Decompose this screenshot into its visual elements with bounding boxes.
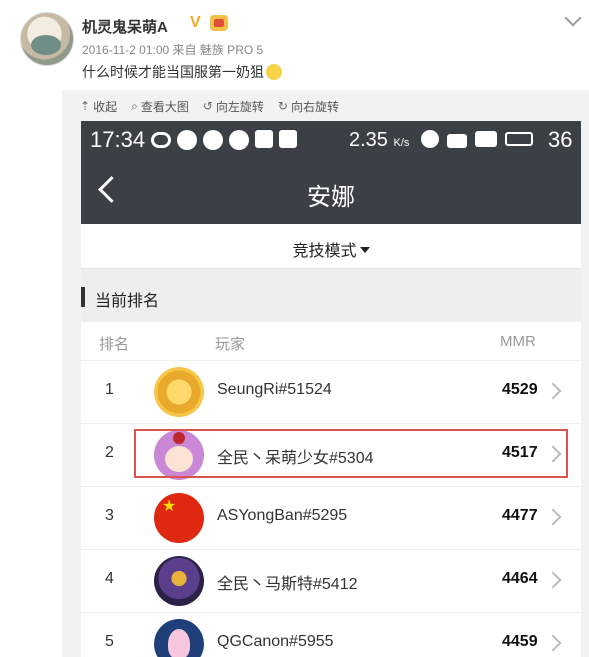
player-avatar xyxy=(154,619,204,657)
verified-badge-icon: V xyxy=(190,14,201,31)
player-avatar: ★ xyxy=(154,493,204,543)
nav-bar: 安娜 xyxy=(81,159,581,224)
player-avatar xyxy=(154,367,204,417)
post-text-body: 什么时候才能当国服第一奶狙 xyxy=(82,64,264,80)
section-marker xyxy=(81,287,85,307)
rotate-right-icon: ↻ xyxy=(277,99,288,113)
zoom-icon: ⌕ xyxy=(131,98,138,113)
rotate-left-icon: ↺ xyxy=(202,99,213,113)
post-menu-chevron-icon[interactable] xyxy=(564,9,582,27)
jd-icon xyxy=(255,130,273,148)
chevron-right-icon xyxy=(544,382,562,400)
hero-title: 安娜 xyxy=(307,184,355,211)
col-player: 玩家 xyxy=(215,336,246,353)
battery-icon xyxy=(505,132,533,146)
post-header: 机灵鬼呆萌A V 2016-11-2 01:00 来自 魅族 PRO 5 什么时… xyxy=(0,0,589,90)
ranking-row[interactable]: 1 SeungRi#51524 4529 xyxy=(81,361,581,424)
smile-emoji-icon xyxy=(266,64,282,80)
highlight-box xyxy=(134,429,568,478)
player-name: 全民丶马斯特#5412 xyxy=(217,576,358,593)
username[interactable]: 机灵鬼呆萌A xyxy=(82,16,168,37)
qq-icon xyxy=(203,130,223,150)
player-name: ASYongBan#5295 xyxy=(217,507,348,524)
ranking-row[interactable]: 5 QGCanon#5955 4459 xyxy=(81,613,581,657)
status-notification-icons xyxy=(151,130,297,150)
signal-icon xyxy=(475,131,497,147)
rank-number: 4 xyxy=(105,570,114,587)
post-text: 什么时候才能当国服第一奶狙 xyxy=(82,62,282,82)
mode-label: 竞技模式 xyxy=(292,243,357,260)
player-avatar xyxy=(154,556,204,606)
chevron-right-icon xyxy=(544,571,562,589)
qq-icon-2 xyxy=(229,130,249,150)
view-large-label: 查看大图 xyxy=(140,99,189,114)
chevron-right-icon xyxy=(544,508,562,526)
mode-dropdown[interactable]: 竞技模式 xyxy=(81,237,581,261)
caret-down-icon xyxy=(359,247,370,253)
status-bar: 17:34 2.35 K/s 36 xyxy=(81,121,581,159)
section-header: 当前排名 xyxy=(81,269,581,322)
status-time: 17:34 xyxy=(90,127,146,152)
infinity-icon xyxy=(151,132,171,148)
net-speed-value: 2.35 xyxy=(349,129,388,151)
rank-number: 2 xyxy=(105,444,114,461)
chevron-right-icon xyxy=(544,634,562,652)
post-meta: 2016-11-2 01:00 来自 魅族 PRO 5 xyxy=(82,43,264,57)
status-system-icons xyxy=(421,130,533,148)
collapse-icon: ⇡ xyxy=(80,99,91,113)
chat-icon xyxy=(177,130,197,150)
col-mmr: MMR xyxy=(500,333,536,350)
col-rank: 排名 xyxy=(99,336,130,353)
player-mmr: 4477 xyxy=(502,507,538,524)
player-name: QGCanon#5955 xyxy=(217,633,334,650)
player-mmr: 4464 xyxy=(502,570,538,587)
battery-percent: 36 xyxy=(548,127,573,152)
collapse-button[interactable]: ⇡ 收起 xyxy=(80,96,117,116)
net-speed-unit: K/s xyxy=(393,137,410,149)
member-badge-icon xyxy=(210,15,228,31)
alarm-icon xyxy=(421,130,439,148)
rotate-right-label: 向右旋转 xyxy=(290,99,339,114)
player-mmr: 4529 xyxy=(502,381,538,398)
shield-icon xyxy=(279,130,297,148)
section-title: 当前排名 xyxy=(95,293,160,310)
ranking-row[interactable]: 4 全民丶马斯特#5412 4464 xyxy=(81,550,581,613)
rank-number: 5 xyxy=(105,633,114,650)
rotate-right-button[interactable]: ↻ 向右旋转 xyxy=(278,96,339,116)
rank-number: 1 xyxy=(105,381,114,398)
rotate-left-button[interactable]: ↺ 向左旋转 xyxy=(203,96,264,116)
player-mmr: 4459 xyxy=(502,633,538,650)
column-header: 排名 玩家 MMR xyxy=(81,322,581,361)
wifi-icon xyxy=(447,133,467,148)
rank-number: 3 xyxy=(105,507,114,524)
net-speed: 2.35 K/s xyxy=(349,129,409,152)
image-toolbar: ⇡ 收起 ⌕ 查看大图 ↺ 向左旋转 ↻ 向右旋转 xyxy=(80,96,339,116)
ranking-row[interactable]: 3 ★ ASYongBan#5295 4477 xyxy=(81,487,581,550)
rotate-left-label: 向左旋转 xyxy=(215,99,264,114)
player-name: SeungRi#51524 xyxy=(217,381,332,398)
user-avatar[interactable] xyxy=(20,12,74,66)
phone-screenshot: 17:34 2.35 K/s 36 安娜 竞技模式 当前排名 排名 玩家 MMR xyxy=(81,121,581,657)
collapse-label: 收起 xyxy=(93,99,118,114)
mode-selector[interactable]: 竞技模式 xyxy=(81,224,581,269)
view-large-button[interactable]: ⌕ 查看大图 xyxy=(131,96,189,116)
